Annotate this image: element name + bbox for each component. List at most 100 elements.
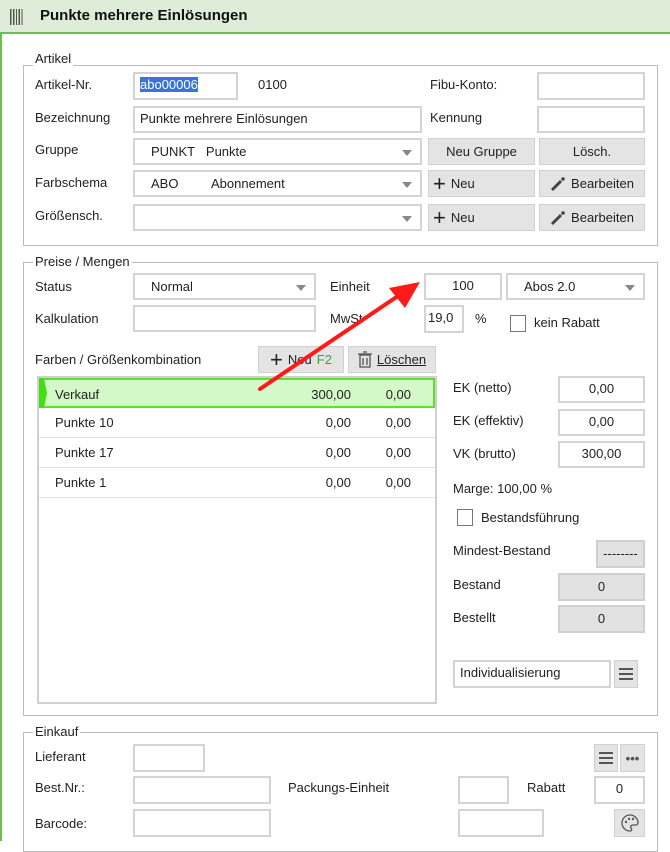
bearbeiten-label: Bearbeiten bbox=[571, 210, 634, 225]
groessen-bearbeiten-button[interactable]: Bearbeiten bbox=[539, 204, 645, 231]
chevron-down-icon bbox=[402, 216, 412, 222]
ek-netto-label: EK (netto) bbox=[453, 380, 512, 395]
neu-label: Neu bbox=[450, 176, 475, 191]
einheit-label: Einheit bbox=[330, 279, 370, 294]
einkauf-legend: Einkauf bbox=[33, 724, 81, 739]
row-name: Punkte 17 bbox=[55, 445, 114, 460]
kombi-neu-button[interactable]: + Neu F2 bbox=[258, 346, 344, 373]
groessen-neu-button[interactable]: + Neu bbox=[428, 204, 535, 231]
bestand-field: 0 bbox=[558, 573, 645, 601]
farbschema-label: Farbschema bbox=[35, 175, 108, 190]
window-border bbox=[0, 34, 2, 841]
marge-text: Marge: 100,00 % bbox=[453, 481, 553, 496]
kennung-input[interactable] bbox=[537, 106, 645, 133]
loesch-button[interactable]: Lösch. bbox=[539, 138, 645, 165]
bezeichnung-input[interactable]: Punkte mehrere Einlösungen bbox=[133, 106, 422, 133]
packungs-einheit-label: Packungs-Einheit bbox=[288, 780, 390, 795]
palette-icon bbox=[620, 814, 639, 832]
row-name: Punkte 10 bbox=[55, 415, 114, 430]
individualisierung-input[interactable]: Individualisierung bbox=[453, 660, 611, 688]
mwst-label: MwSt bbox=[330, 311, 363, 326]
row-value-2: 0,00 bbox=[385, 475, 411, 490]
barcode-input[interactable] bbox=[133, 809, 271, 837]
gruppe-select[interactable]: PUNKT Punkte bbox=[133, 138, 422, 165]
bestellt-label: Bestellt bbox=[453, 610, 496, 625]
bestnr-input[interactable] bbox=[133, 776, 271, 804]
kalkulation-label: Kalkulation bbox=[35, 311, 99, 326]
pencil-icon bbox=[550, 176, 565, 191]
status-label: Status bbox=[35, 279, 72, 294]
menu-icon bbox=[619, 668, 633, 680]
gruppe-name: Punkte bbox=[205, 144, 247, 159]
chevron-down-icon bbox=[402, 150, 412, 156]
preise-legend: Preise / Mengen bbox=[33, 254, 132, 269]
list-item[interactable]: Verkauf 300,00 0,00 bbox=[39, 378, 435, 408]
mwst-input[interactable]: 19,0 bbox=[424, 305, 464, 333]
vk-brutto-input[interactable]: 300,00 bbox=[558, 441, 645, 468]
menu-icon bbox=[599, 752, 613, 764]
kombi-list[interactable]: Verkauf 300,00 0,00 Punkte 10 0,00 0,00 Punk… bbox=[37, 376, 437, 704]
farbschema-bearbeiten-button[interactable]: Bearbeiten bbox=[539, 170, 645, 197]
fibu-input[interactable] bbox=[537, 72, 645, 100]
kalkulation-input[interactable] bbox=[133, 305, 316, 332]
artikel-nr-label: Artikel-Nr. bbox=[35, 77, 93, 92]
vk-brutto-label: VK (brutto) bbox=[453, 446, 516, 461]
kombi-label: Farben / Größenkombination bbox=[35, 352, 202, 367]
groessen-select[interactable] bbox=[133, 204, 422, 231]
shortcut-key: F2 bbox=[316, 352, 332, 367]
plus-icon: + bbox=[433, 204, 446, 230]
neu-gruppe-button[interactable]: Neu Gruppe bbox=[428, 138, 535, 165]
kein-rabatt-checkbox[interactable] bbox=[510, 315, 526, 332]
rabatt-label: Rabatt bbox=[527, 780, 566, 795]
neu-label: Neu bbox=[287, 352, 312, 367]
list-item[interactable]: Punkte 10 0,00 0,00 bbox=[39, 408, 435, 438]
bezeichnung-label: Bezeichnung bbox=[35, 110, 111, 125]
percent-sign: % bbox=[475, 311, 487, 326]
extra-input[interactable] bbox=[458, 809, 544, 837]
list-item[interactable]: Punkte 17 0,00 0,00 bbox=[39, 438, 435, 468]
palette-button[interactable] bbox=[614, 809, 645, 837]
artikel-nr-input[interactable]: abo00006 bbox=[133, 72, 238, 100]
mindest-bestand-field: -------- bbox=[596, 540, 645, 568]
kombi-loeschen-button[interactable]: Löschen bbox=[348, 346, 436, 373]
trash-icon bbox=[357, 351, 372, 368]
chevron-down-icon bbox=[296, 285, 306, 291]
bestandsfuehrung-checkbox[interactable] bbox=[457, 509, 473, 526]
fibu-label: Fibu-Konto: bbox=[430, 77, 498, 92]
plus-icon: + bbox=[270, 346, 283, 372]
lieferant-more-button[interactable]: ••• bbox=[620, 744, 645, 772]
row-value-2: 0,00 bbox=[385, 387, 411, 402]
rabatt-input[interactable]: 0 bbox=[594, 776, 645, 804]
einheit-typ-value: Abos 2.0 bbox=[524, 279, 576, 294]
bearbeiten-label: Bearbeiten bbox=[571, 176, 634, 191]
row-value-1: 0,00 bbox=[325, 415, 351, 430]
bestnr-label: Best.Nr.: bbox=[35, 780, 85, 795]
packungs-einheit-input[interactable] bbox=[458, 776, 509, 804]
ek-effektiv-input[interactable]: 0,00 bbox=[558, 409, 645, 436]
lieferant-input[interactable] bbox=[133, 744, 205, 772]
neu-label: Neu bbox=[450, 210, 475, 225]
farbschema-neu-button[interactable]: + Neu bbox=[428, 170, 535, 197]
gruppe-label: Gruppe bbox=[35, 142, 79, 157]
pencil-icon bbox=[550, 210, 565, 225]
individualisierung-menu-button[interactable] bbox=[614, 660, 638, 688]
einheit-typ-select[interactable]: Abos 2.0 bbox=[506, 273, 645, 300]
gruppe-code: PUNKT bbox=[151, 144, 196, 159]
status-value: Normal bbox=[151, 279, 193, 294]
selection-marker-icon bbox=[39, 378, 47, 408]
row-value-2: 0,00 bbox=[385, 415, 411, 430]
list-item[interactable]: Punkte 1 0,00 0,00 bbox=[39, 468, 435, 498]
row-value-2: 0,00 bbox=[385, 445, 411, 460]
farbschema-select[interactable]: ABO Abonnement bbox=[133, 170, 422, 197]
more-icon: ••• bbox=[625, 750, 640, 766]
loeschen-label: Löschen bbox=[376, 352, 427, 367]
artikel-code: 0100 bbox=[258, 77, 287, 92]
status-select[interactable]: Normal bbox=[133, 273, 316, 300]
groessen-label: Größensch. bbox=[35, 208, 103, 223]
mindest-bestand-label: Mindest-Bestand bbox=[453, 543, 551, 558]
chevron-down-icon bbox=[625, 285, 635, 291]
kennung-label: Kennung bbox=[430, 110, 483, 125]
einheit-input[interactable]: 100 bbox=[424, 273, 502, 300]
lieferant-menu-button[interactable] bbox=[594, 744, 618, 772]
ek-netto-input[interactable]: 0,00 bbox=[558, 376, 645, 403]
